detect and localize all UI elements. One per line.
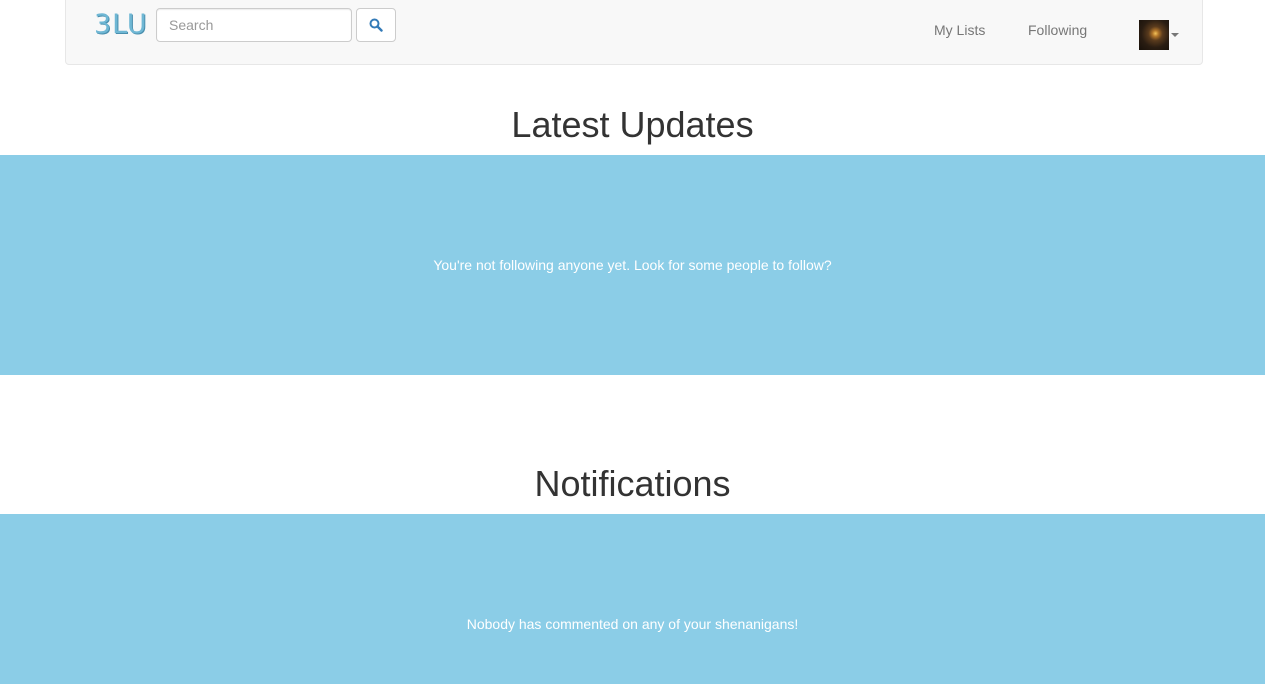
notifications-panel: Nobody has commented on any of your shen… [0, 514, 1265, 684]
notifications-empty-message: Nobody has commented on any of your shen… [466, 616, 799, 632]
nav-link-my-lists[interactable]: My Lists [934, 21, 985, 39]
latest-updates-empty-message: You're not following anyone yet. Look fo… [433, 257, 832, 273]
nav-link-following[interactable]: Following [1028, 21, 1087, 39]
notifications-heading: Notifications [534, 463, 731, 504]
search-button[interactable] [356, 8, 396, 42]
brand-logo[interactable]: 3LU [94, 10, 148, 40]
latest-updates-heading: Latest Updates [511, 104, 754, 145]
latest-updates-panel: You're not following anyone yet. Look fo… [0, 155, 1265, 375]
search-icon [369, 18, 383, 32]
caret-down-icon [1171, 33, 1179, 37]
search-input[interactable] [156, 8, 352, 42]
avatar [1139, 20, 1169, 50]
top-navbar: 3LU My Lists Following [65, 0, 1203, 65]
